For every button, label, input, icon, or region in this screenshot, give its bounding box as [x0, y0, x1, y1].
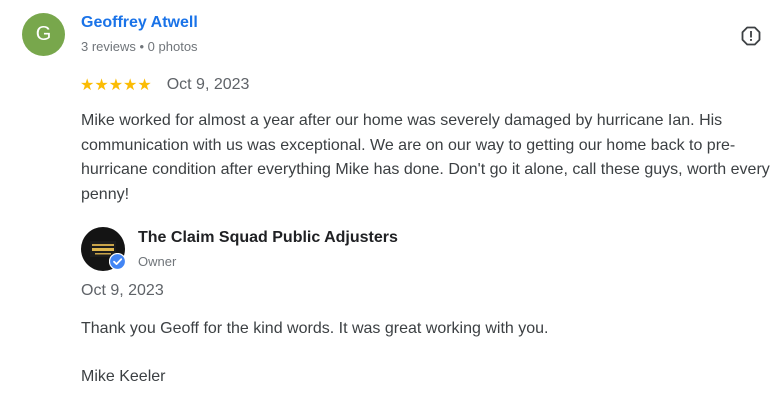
review-text: Mike worked for almost a year after our …	[81, 112, 770, 203]
review-date: Oct 9, 2023	[166, 76, 250, 93]
reviewer-name-link[interactable]: Geoffrey Atwell	[81, 14, 198, 32]
star-rating: ★★★★★	[80, 77, 152, 94]
owner-avatar[interactable]	[81, 227, 126, 271]
reviewer-avatar[interactable]: G	[22, 13, 65, 56]
avatar-letter: G	[35, 23, 52, 45]
reply-signature: Mike Keeler	[81, 368, 166, 385]
owner-name: The Claim Squad Public Adjusters	[138, 229, 398, 246]
rating-row: ★★★★★ Oct 9, 2023	[80, 75, 249, 95]
owner-role: Owner	[138, 254, 177, 269]
reply-text: Thank you Geoff for the kind words. It w…	[81, 320, 549, 337]
verified-check-icon	[109, 253, 126, 270]
reply-date: Oct 9, 2023	[81, 282, 164, 299]
reviewer-meta: 3 reviews • 0 photos	[81, 39, 198, 54]
flag-icon[interactable]	[741, 26, 761, 46]
